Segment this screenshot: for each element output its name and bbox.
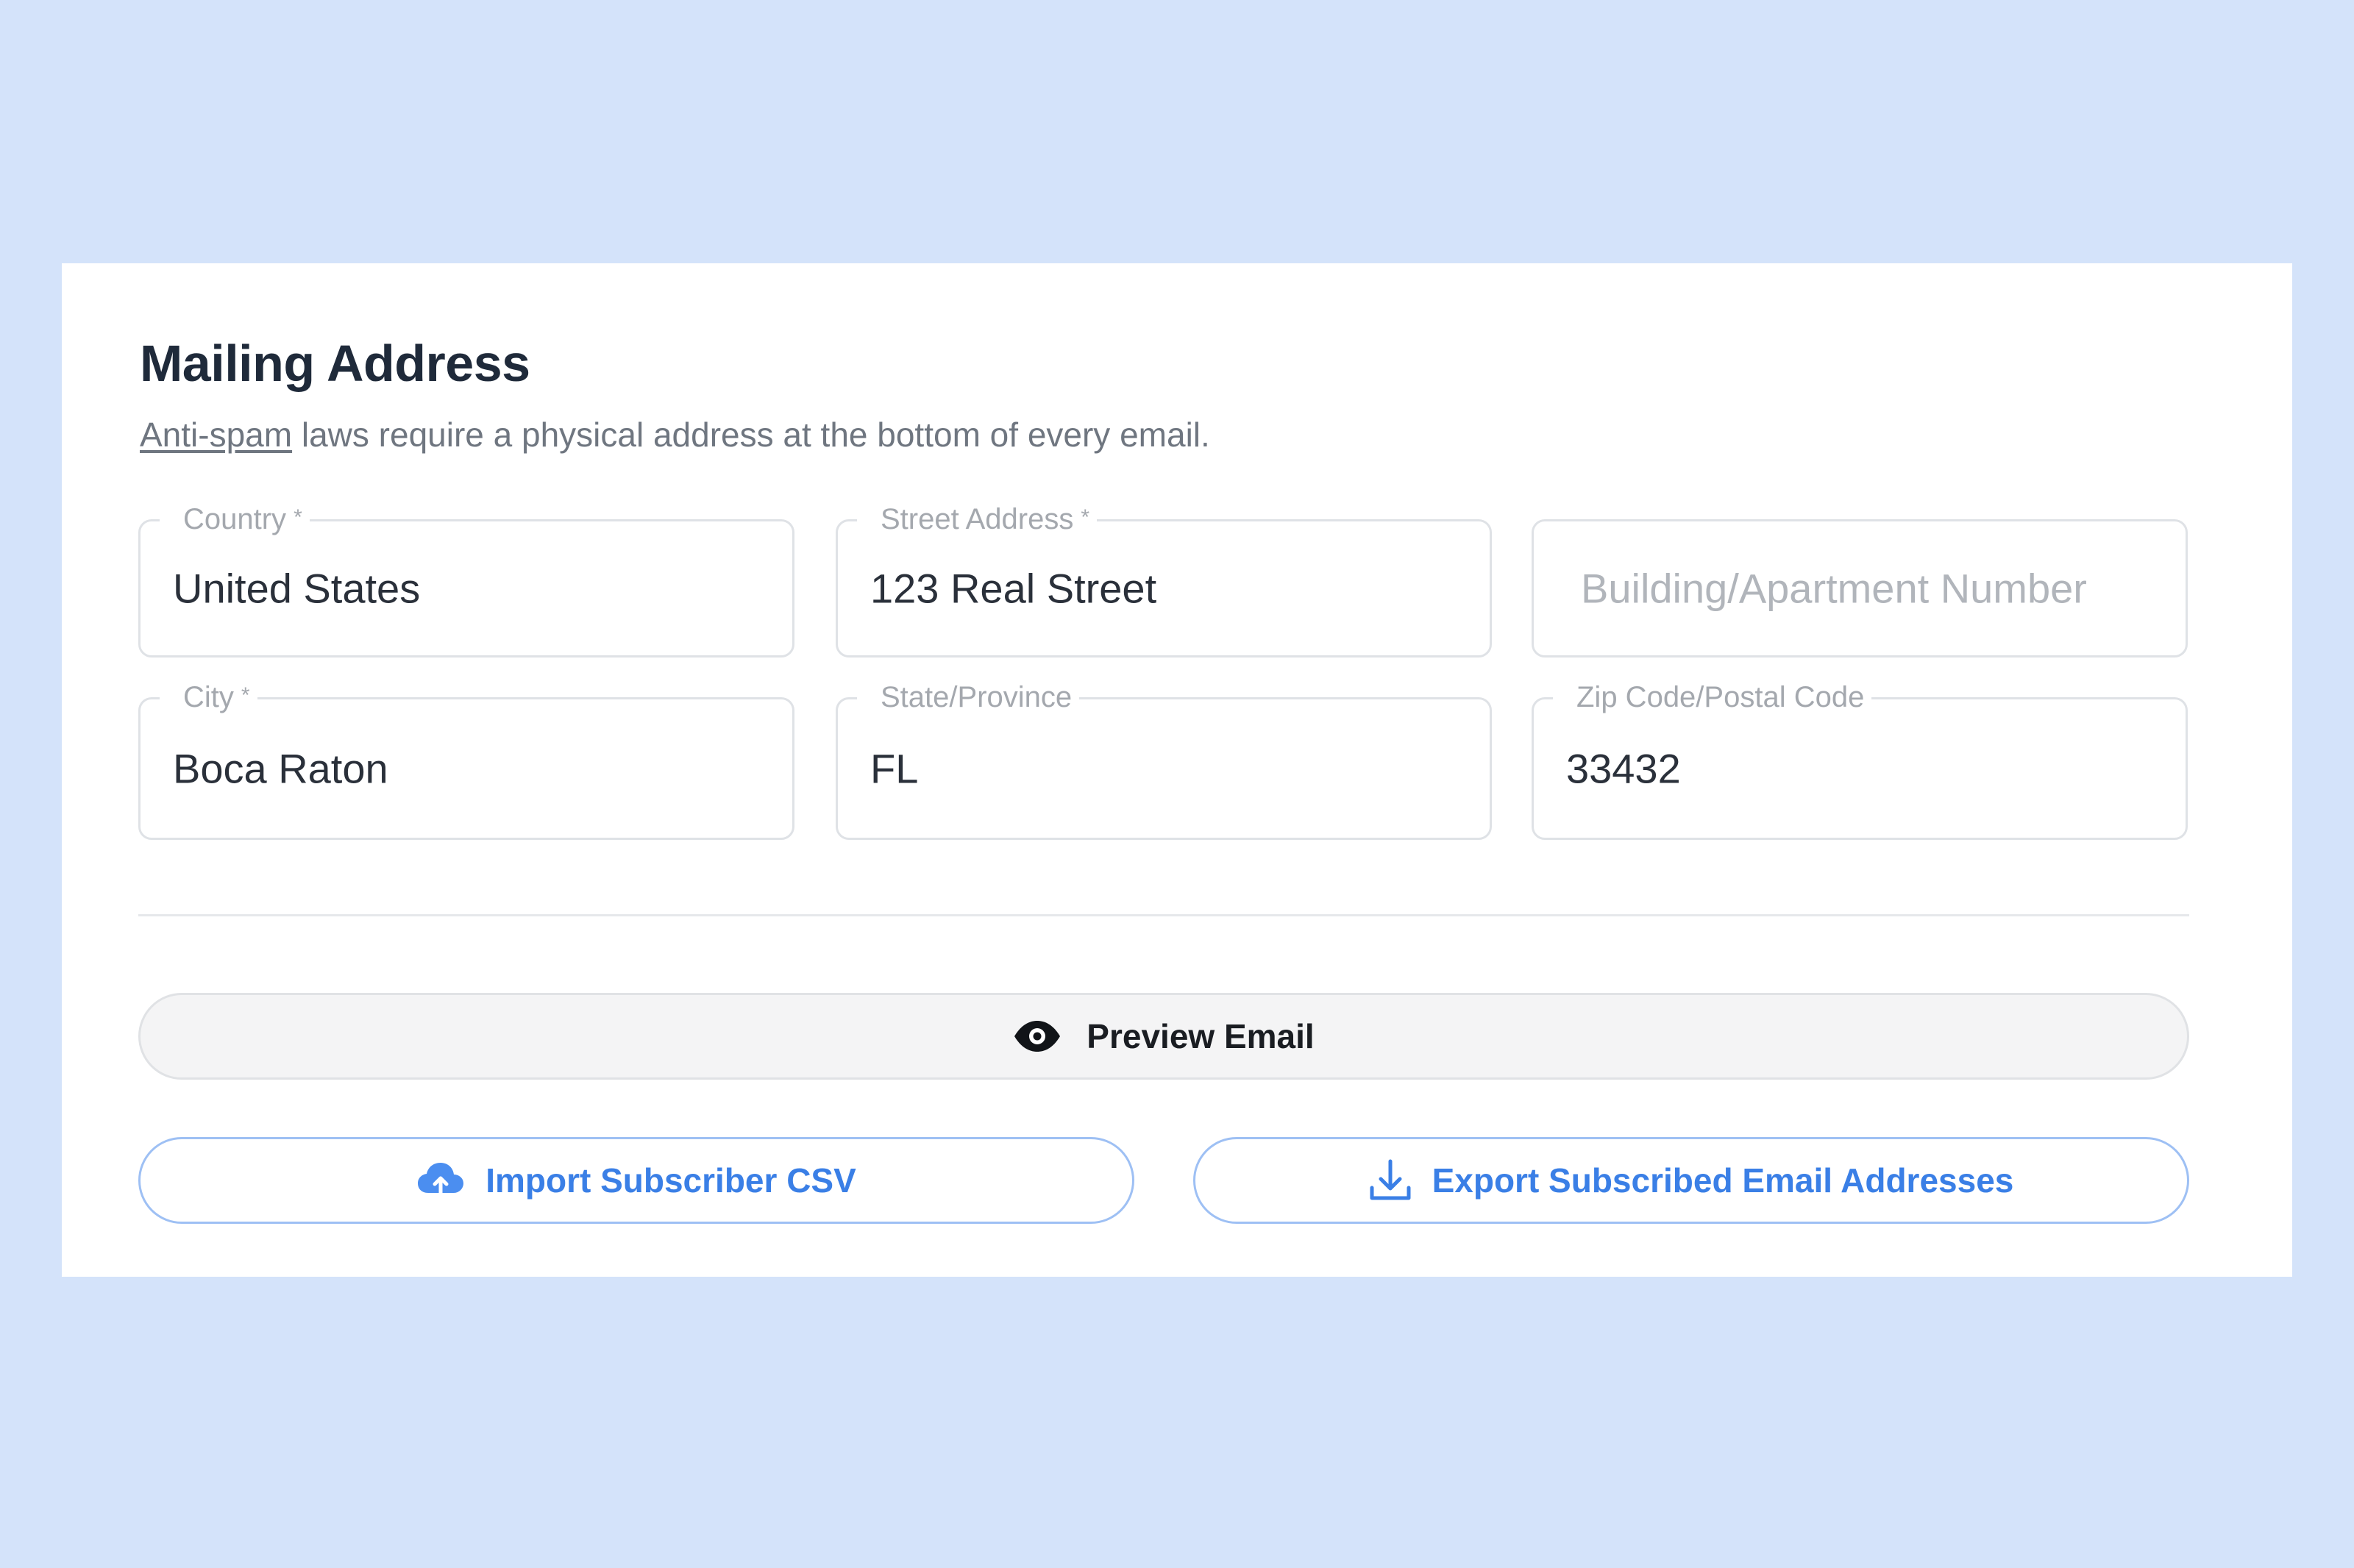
zip-code-field[interactable]: Zip Code/Postal Code 33432 [1532, 678, 2188, 840]
country-field[interactable]: Country * United States [138, 500, 794, 658]
import-subscriber-csv-label: Import Subscriber CSV [486, 1161, 856, 1200]
section-divider [138, 914, 2189, 916]
street-address-value: 123 Real Street [870, 565, 1157, 612]
city-field[interactable]: City * Boca Raton [138, 678, 794, 840]
subtitle-text: laws require a physical address at the b… [292, 416, 1210, 454]
state-province-value: FL [870, 745, 919, 792]
country-value: United States [173, 565, 421, 612]
zip-code-label: Zip Code/Postal Code [1553, 678, 1872, 716]
required-mark: * [1081, 505, 1090, 530]
city-value: Boca Raton [173, 745, 388, 792]
download-icon [1369, 1158, 1412, 1202]
street-address-label: Street Address * [857, 500, 1098, 538]
zip-code-value: 33432 [1566, 745, 1681, 792]
cloud-upload-icon [416, 1161, 465, 1200]
import-subscriber-csv-button[interactable]: Import Subscriber CSV [138, 1137, 1134, 1224]
street-address-field[interactable]: Street Address * 123 Real Street [836, 500, 1492, 658]
section-title: Mailing Address [140, 335, 530, 392]
required-mark: * [294, 505, 302, 530]
export-subscribed-emails-button[interactable]: Export Subscribed Email Addresses [1193, 1137, 2189, 1224]
required-mark: * [241, 683, 250, 708]
preview-email-label: Preview Email [1087, 1017, 1315, 1055]
section-subtitle: Anti-spam laws require a physical addres… [140, 415, 1210, 455]
building-apartment-placeholder: Building/Apartment Number [1581, 565, 2087, 612]
anti-spam-link[interactable]: Anti-spam [140, 416, 292, 454]
country-label: Country * [160, 500, 310, 538]
building-apartment-field[interactable]: Building/Apartment Number [1532, 519, 2188, 658]
state-province-field[interactable]: State/Province FL [836, 678, 1492, 840]
city-label: City * [160, 678, 257, 716]
mailing-address-card: Mailing Address Anti-spam laws require a… [62, 263, 2292, 1277]
eye-icon [1013, 1019, 1062, 1053]
state-province-label: State/Province [857, 678, 1080, 716]
preview-email-button[interactable]: Preview Email [138, 993, 2189, 1080]
export-subscribed-emails-label: Export Subscribed Email Addresses [1432, 1161, 2014, 1200]
